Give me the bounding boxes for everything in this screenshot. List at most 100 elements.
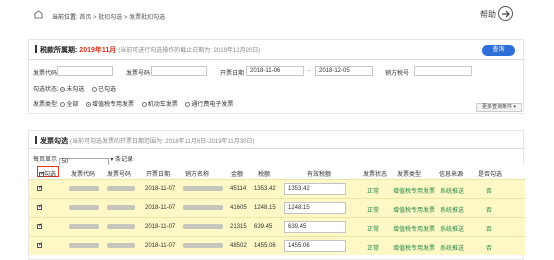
table-row[interactable]: 2018-11-07 41605 1248.15 1248.15 正常 增值税专… (29, 198, 525, 217)
per-page-suffix: 条记录 (115, 157, 134, 163)
breadcrumb-item-current: 发票批扣勾选 (129, 15, 166, 21)
table-row[interactable]: 2018-11-07 48502 1455.06 1455.06 正常 增值税专… (29, 236, 525, 255)
header-status: 发票状态 (363, 172, 388, 178)
row-checkbox[interactable] (37, 222, 43, 229)
title-bar (35, 136, 37, 144)
radio-checked[interactable]: 已勾选 (92, 87, 116, 93)
redacted-number (107, 224, 135, 229)
cell-type: 增值税专用发票 (393, 227, 436, 233)
redacted-code (69, 186, 99, 191)
row-checkbox[interactable] (37, 241, 43, 248)
redacted-code (69, 243, 99, 248)
radio-unchecked[interactable]: 未勾选 (60, 87, 84, 93)
valid-tax-input[interactable]: 1248.15 (284, 202, 346, 214)
radio-type-all[interactable]: 全部 (60, 102, 78, 108)
cell-checked: 否 (486, 189, 493, 195)
row-checkbox[interactable] (37, 203, 43, 210)
header-date: 开票日期 (146, 172, 171, 178)
row-checkbox[interactable] (37, 184, 43, 191)
invoice-code-input[interactable] (57, 66, 113, 76)
cell-source: 系统推送 (440, 227, 465, 233)
help-link[interactable]: 帮助 (480, 9, 496, 20)
cell-amount: 48502 (230, 243, 247, 249)
cell-status: 正常 (367, 189, 380, 195)
redacted-seller (183, 224, 223, 229)
cell-type: 增值税专用发票 (393, 208, 436, 214)
redacted-number (107, 205, 135, 210)
issue-date-label: 开票日期 (220, 71, 245, 77)
cell-checked: 否 (486, 208, 493, 214)
cell-amount: 41605 (230, 205, 247, 211)
header-source: 信息来源 (439, 172, 464, 178)
filter-panel: 税款所属期: 2019年11月 (当前可进行勾选操作的截止日期为: 2019年1… (28, 39, 525, 114)
breadcrumb-separator: > (93, 15, 97, 21)
redacted-seller (183, 186, 223, 191)
chevron-down-icon: ▾ (110, 157, 114, 163)
cell-type: 增值税专用发票 (393, 189, 436, 195)
cell-tax: 1455.06 (254, 243, 276, 249)
check-all-cell[interactable]: 勾选 (39, 169, 56, 178)
header-amount: 金额 (231, 172, 244, 178)
invoice-type-label: 发票类型: (33, 102, 59, 108)
header-valid-tax: 有效税额 (307, 172, 332, 178)
cell-status: 正常 (367, 246, 380, 252)
radio-type-vat[interactable]: 增值税专用发票 (86, 102, 134, 108)
valid-tax-input[interactable]: 1353.42 (284, 183, 346, 195)
query-button[interactable]: 查询 (482, 45, 515, 56)
valid-tax-input[interactable]: 1455.06 (284, 240, 346, 252)
checkbox-icon[interactable] (39, 170, 45, 177)
redacted-code (69, 224, 99, 229)
cell-tax: 639.45 (254, 224, 273, 230)
redacted-seller (183, 205, 223, 210)
breadcrumb-item-home[interactable]: 首页 (79, 15, 91, 21)
cell-checked: 否 (486, 227, 493, 233)
help-arrow-icon[interactable] (498, 6, 513, 21)
period-note: (当前可进行勾选操作的截止日期为: 2019年12月20日) (118, 48, 261, 54)
redacted-code (69, 205, 99, 210)
table-row[interactable]: 2018-11-07 45114 1353.42 1353.42 正常 增值税专… (29, 179, 525, 198)
radio-icon[interactable] (60, 87, 66, 92)
cell-tax: 1353.42 (254, 186, 276, 192)
radio-icon[interactable] (86, 102, 92, 107)
seller-tax-input[interactable] (414, 66, 472, 76)
check-status-group: 勾选状态: 未勾选 已勾选 (33, 84, 122, 93)
redacted-number (107, 243, 135, 248)
header-checked: 是否勾选 (478, 172, 503, 178)
invoice-number-label: 发票号码 (126, 71, 151, 77)
radio-icon[interactable] (92, 87, 98, 92)
radio-type-toll[interactable]: 通行费电子发票 (185, 102, 233, 108)
header-tax: 税额 (258, 172, 271, 178)
radio-type-vehicle[interactable]: 机动车发票 (141, 102, 178, 108)
cell-date: 2018-11-07 (145, 243, 176, 249)
more-conditions-button[interactable]: 更多查询条件 ▾ (476, 103, 522, 112)
header-type: 发票类型 (397, 172, 422, 178)
breadcrumb-separator: > (123, 15, 128, 21)
cell-date: 2018-11-07 (145, 205, 176, 211)
location-icon (34, 10, 43, 19)
list-note: (当前可勾选发票的开票日期范围为: 2018年11月6日-2019年11月30日… (69, 139, 255, 145)
invoice-list-panel: 发票勾选 (当前可勾选发票的开票日期范围为: 2018年11月6日-2019年1… (28, 130, 525, 260)
cell-tax: 1248.15 (254, 205, 276, 211)
radio-icon[interactable] (185, 102, 191, 107)
list-title: 发票勾选 (当前可勾选发票的开票日期范围为: 2018年11月6日-2019年1… (35, 136, 254, 146)
invoice-number-input[interactable] (151, 66, 207, 76)
cell-source: 系统推送 (440, 208, 465, 214)
header-code: 发票代码 (71, 172, 96, 178)
header-number: 发票号码 (107, 172, 132, 178)
date-to-input[interactable]: 2018-12-05 (315, 66, 373, 76)
per-page-label: 每页显示 (33, 157, 58, 163)
cell-source: 系统推送 (440, 189, 465, 195)
cell-amount: 45114 (230, 186, 247, 192)
check-status-label: 勾选状态: (33, 87, 59, 93)
invoice-type-group: 发票类型: 全部 增值税专用发票 机动车发票 通行费电子发票 (33, 99, 239, 108)
divider (29, 148, 525, 149)
table-header: 勾选 发票代码 发票号码 开票日期 销方名称 金额 税额 有效税额 发票状态 发… (29, 165, 525, 178)
radio-icon[interactable] (60, 102, 66, 107)
cell-type: 增值税专用发票 (393, 246, 436, 252)
breadcrumb-item-batch[interactable]: 批扣勾选 (98, 15, 122, 21)
radio-icon[interactable] (141, 102, 147, 107)
cell-status: 正常 (367, 208, 380, 214)
valid-tax-input[interactable]: 639.45 (284, 221, 346, 233)
date-from-input[interactable]: 2018-11-06 (246, 66, 304, 76)
table-row[interactable]: 2018-11-07 21315 639.45 639.45 正常 增值税专用发… (29, 217, 525, 236)
